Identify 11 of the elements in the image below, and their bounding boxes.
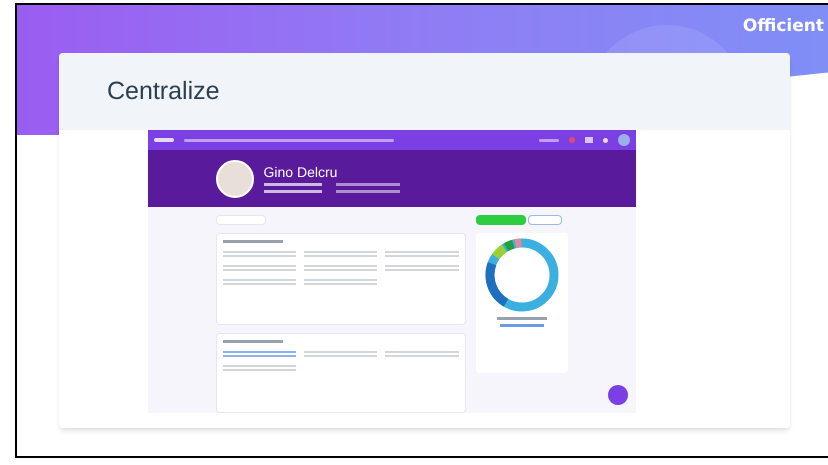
blurred-profile-details <box>336 182 400 193</box>
blurred-search <box>538 138 558 142</box>
dropdown-button[interactable] <box>528 215 562 225</box>
blurred-profile-details <box>264 182 322 193</box>
action-button[interactable] <box>476 215 526 225</box>
profile-photo-placeholder <box>216 160 254 198</box>
slide-title: Centralize <box>107 76 220 107</box>
profile-name: Gino Delcru <box>264 164 338 179</box>
brand-logo: Officient <box>742 15 824 38</box>
blurred-logo <box>154 138 174 142</box>
chat-button[interactable] <box>608 385 628 405</box>
